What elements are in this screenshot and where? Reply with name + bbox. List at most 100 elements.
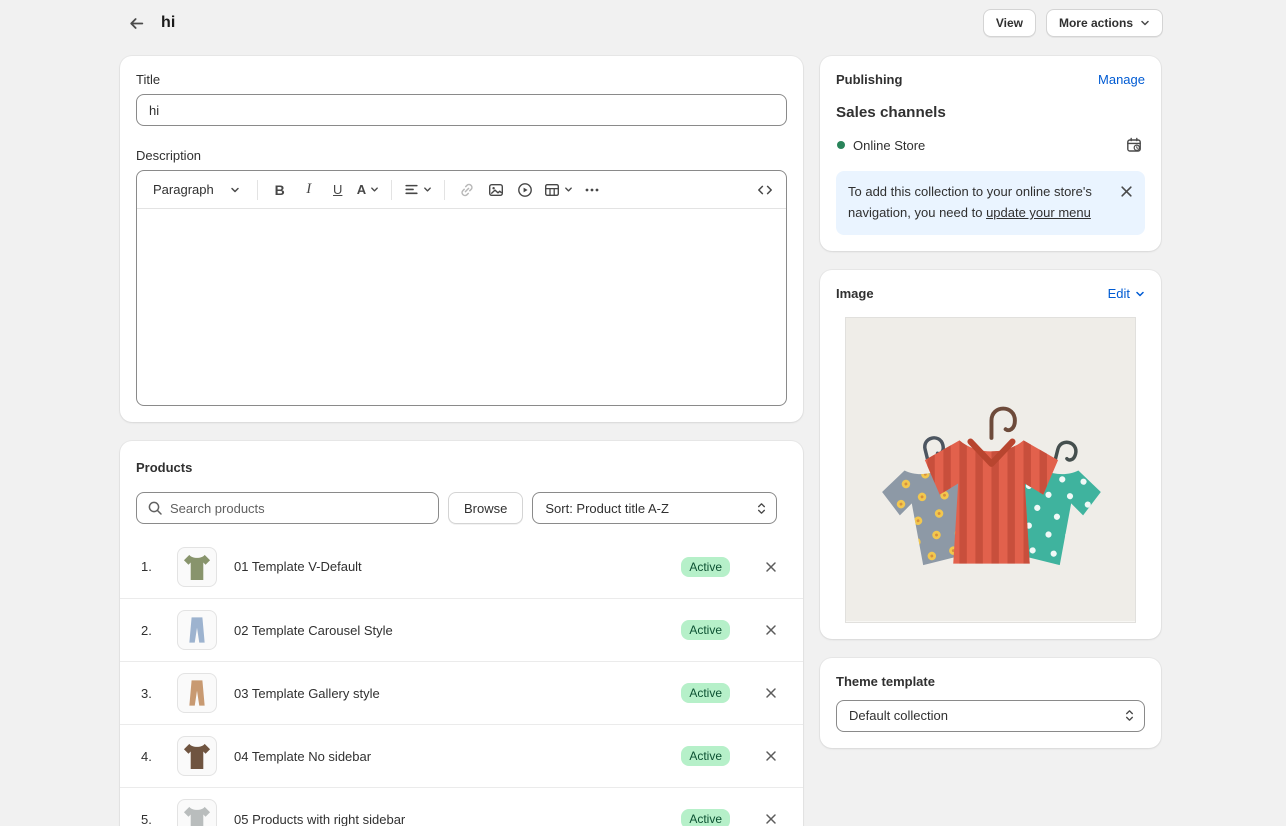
insert-image-button[interactable] (482, 176, 510, 204)
remove-product-button[interactable] (757, 679, 785, 707)
description-text-area[interactable] (137, 209, 786, 405)
header-bar: hi View More actions (0, 0, 1286, 43)
product-name-link[interactable]: 05 Products with right sidebar (234, 812, 681, 826)
page-title: hi (161, 14, 175, 32)
insert-video-button[interactable] (511, 176, 539, 204)
sort-select[interactable]: Sort: Product title A-Z (532, 492, 777, 524)
shirt-icon (179, 549, 215, 585)
product-row: 1. 01 Template V-Default Active (120, 535, 803, 598)
close-icon (765, 687, 777, 699)
sales-channels-label: Sales channels (836, 104, 1145, 121)
status-badge: Active (681, 746, 730, 766)
close-icon (765, 624, 777, 636)
arrow-left-icon (128, 15, 145, 32)
chevron-down-icon (564, 185, 573, 194)
text-color-icon: A (357, 182, 366, 197)
close-icon (765, 813, 777, 825)
chevron-down-icon (370, 185, 379, 194)
browse-button-label: Browse (464, 501, 507, 516)
underline-icon: U (333, 182, 342, 197)
remove-product-button[interactable] (757, 616, 785, 644)
channel-status-dot (837, 141, 845, 149)
close-icon (1120, 185, 1133, 198)
banner-close-button[interactable] (1113, 178, 1139, 204)
collection-image[interactable] (845, 317, 1136, 622)
more-actions-button[interactable]: More actions (1046, 9, 1163, 37)
search-products-input[interactable] (170, 501, 428, 516)
theme-template-select[interactable]: Default collection (836, 700, 1145, 732)
toolbar-divider (391, 180, 392, 200)
product-name-link[interactable]: 04 Template No sidebar (234, 749, 681, 764)
row-index: 3. (141, 686, 164, 701)
update-menu-link[interactable]: update your menu (986, 205, 1091, 220)
more-formatting-button[interactable] (578, 176, 606, 204)
ellipsis-icon (584, 182, 600, 198)
code-icon (757, 182, 773, 198)
row-index: 1. (141, 559, 164, 574)
info-banner: To add this collection to your online st… (836, 171, 1145, 235)
products-heading: Products (136, 460, 787, 475)
schedule-publish-button[interactable] (1123, 134, 1145, 156)
product-list: 1. 01 Template V-Default Active 2. 0 (120, 535, 803, 826)
product-name-link[interactable]: 01 Template V-Default (234, 559, 681, 574)
status-badge: Active (681, 557, 730, 577)
back-button[interactable] (122, 9, 150, 37)
shirt-icon (179, 738, 215, 774)
theme-template-heading: Theme template (836, 674, 1145, 689)
shirt-icon (179, 801, 215, 826)
product-thumbnail (177, 673, 217, 713)
paragraph-style-select[interactable]: Paragraph (144, 176, 249, 204)
calendar-clock-icon (1126, 137, 1142, 153)
underline-button[interactable]: U (324, 176, 352, 204)
pants-icon (179, 675, 215, 711)
theme-template-value: Default collection (849, 708, 948, 723)
chevron-down-icon (230, 185, 240, 195)
sort-select-value: Sort: Product title A-Z (545, 501, 669, 516)
product-thumbnail (177, 799, 217, 826)
product-thumbnail (177, 610, 217, 650)
product-row: 3. 03 Template Gallery style Active (120, 661, 803, 724)
view-button[interactable]: View (983, 9, 1036, 37)
title-label: Title (136, 72, 787, 87)
close-icon (765, 750, 777, 762)
code-view-button[interactable] (751, 176, 779, 204)
link-icon (459, 182, 475, 198)
toolbar-divider (444, 180, 445, 200)
updown-chevron-icon (1124, 708, 1135, 723)
align-left-icon (404, 182, 419, 197)
remove-product-button[interactable] (757, 805, 785, 826)
status-badge: Active (681, 620, 730, 640)
table-icon (544, 182, 560, 198)
insert-link-button[interactable] (453, 176, 481, 204)
italic-button[interactable]: I (295, 176, 323, 204)
bold-button[interactable]: B (266, 176, 294, 204)
text-color-button[interactable]: A (353, 176, 383, 204)
row-index: 2. (141, 623, 164, 638)
chevron-down-icon (1135, 289, 1145, 299)
play-icon (517, 182, 533, 198)
close-icon (765, 561, 777, 573)
manage-link[interactable]: Manage (1098, 72, 1145, 87)
updown-chevron-icon (756, 501, 767, 516)
products-card: Products Browse Sort: Product title A-Z (120, 441, 803, 826)
more-actions-label: More actions (1059, 16, 1133, 30)
product-row: 5. 05 Products with right sidebar Active (120, 787, 803, 826)
publishing-heading: Publishing (836, 72, 902, 87)
italic-icon: I (306, 181, 311, 198)
edit-image-button[interactable]: Edit (1108, 286, 1145, 301)
browse-button[interactable]: Browse (448, 492, 523, 524)
pants-icon (179, 612, 215, 648)
remove-product-button[interactable] (757, 742, 785, 770)
insert-table-button[interactable] (540, 176, 577, 204)
remove-product-button[interactable] (757, 553, 785, 581)
alignment-button[interactable] (400, 176, 436, 204)
theme-template-card: Theme template Default collection (820, 658, 1161, 748)
description-label: Description (136, 148, 787, 163)
product-name-link[interactable]: 03 Template Gallery style (234, 686, 681, 701)
status-badge: Active (681, 683, 730, 703)
product-name-link[interactable]: 02 Template Carousel Style (234, 623, 681, 638)
editor-toolbar: Paragraph B I U A (137, 171, 786, 209)
title-input[interactable] (136, 94, 787, 126)
edit-image-label: Edit (1108, 286, 1130, 301)
view-button-label: View (996, 16, 1023, 30)
